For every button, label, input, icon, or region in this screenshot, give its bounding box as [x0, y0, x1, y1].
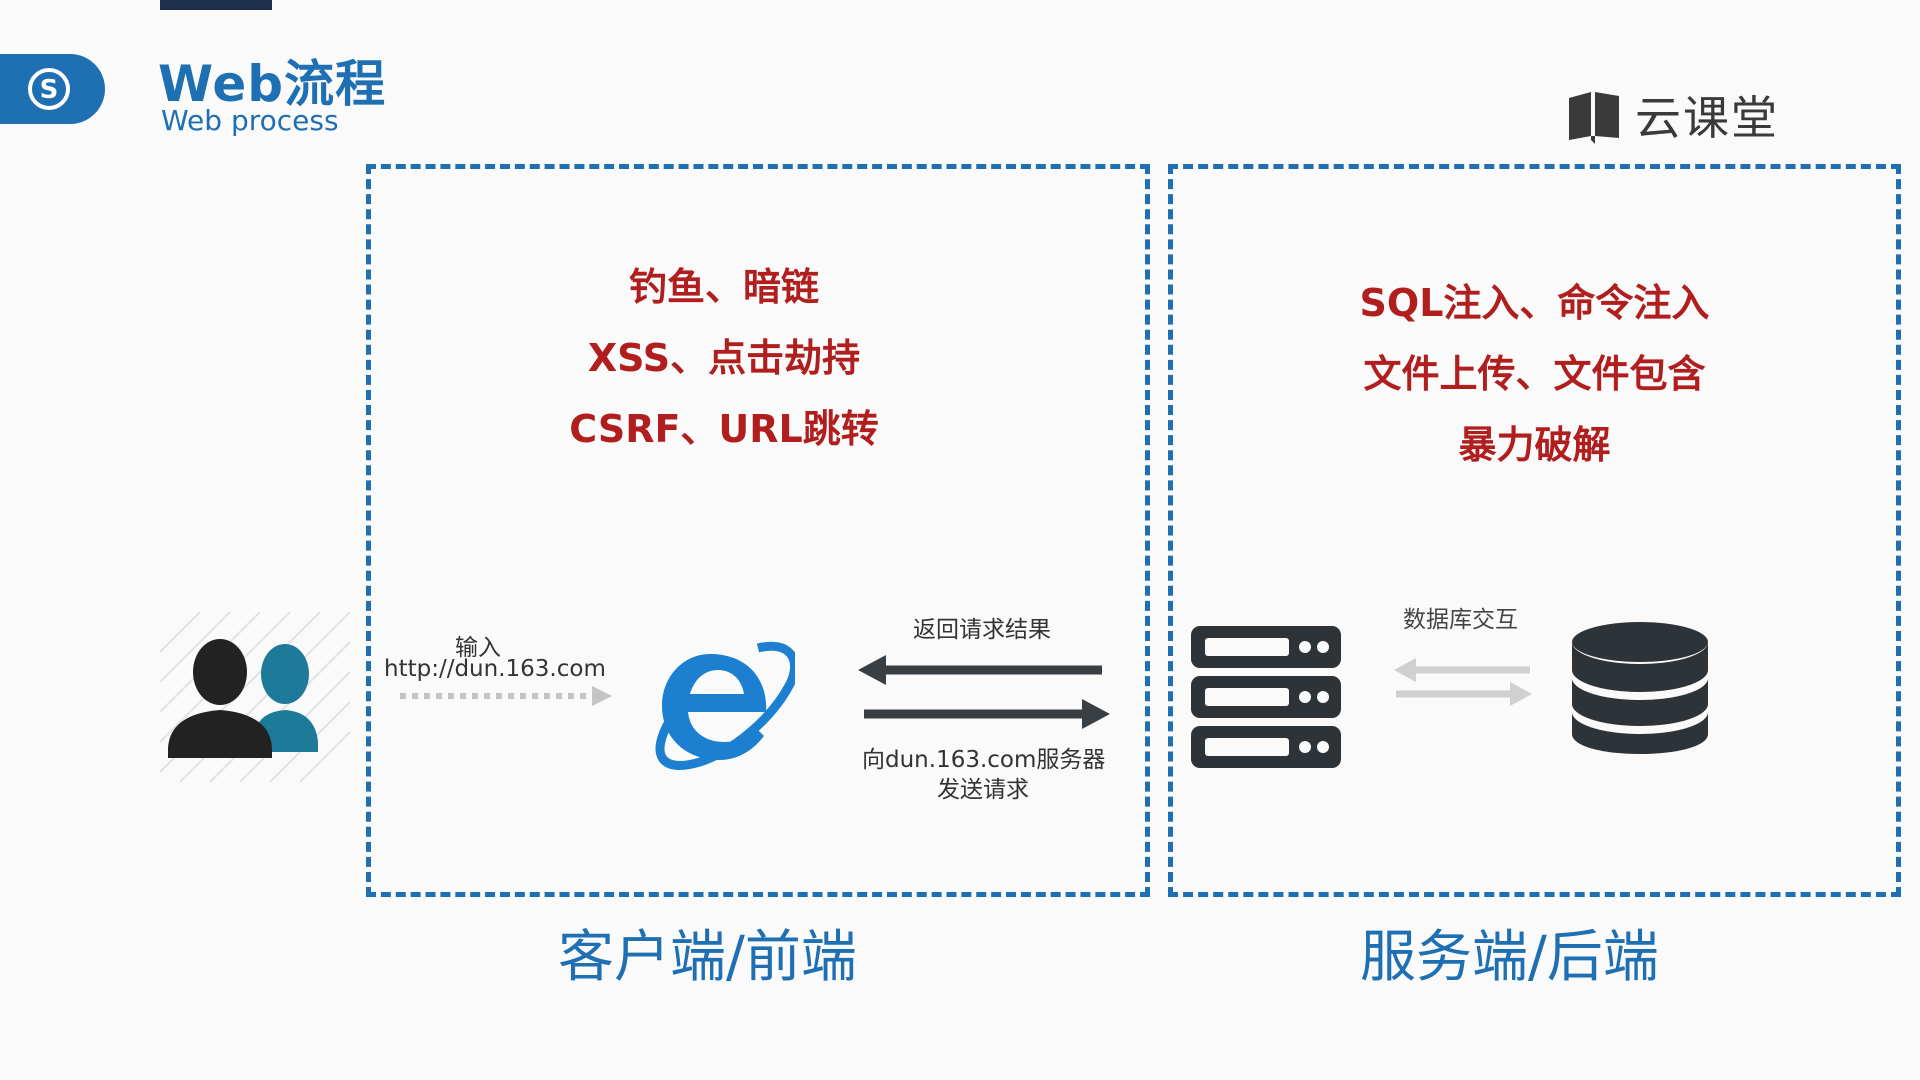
return-result-label: 返回请求结果: [913, 617, 1051, 643]
send-request-label: 向dun.163.com服务器: [862, 747, 1106, 773]
return-arrow: [858, 655, 1102, 685]
send-request-label-line2: 发送请求: [937, 777, 1029, 803]
url-label: http://dun.163.com: [384, 656, 606, 682]
db-interaction-label: 数据库交互: [1403, 607, 1518, 633]
flow-arrows: [400, 655, 1532, 729]
request-arrow: [864, 699, 1110, 729]
db-interaction-arrows: [1394, 658, 1532, 706]
input-arrow: [400, 686, 612, 706]
